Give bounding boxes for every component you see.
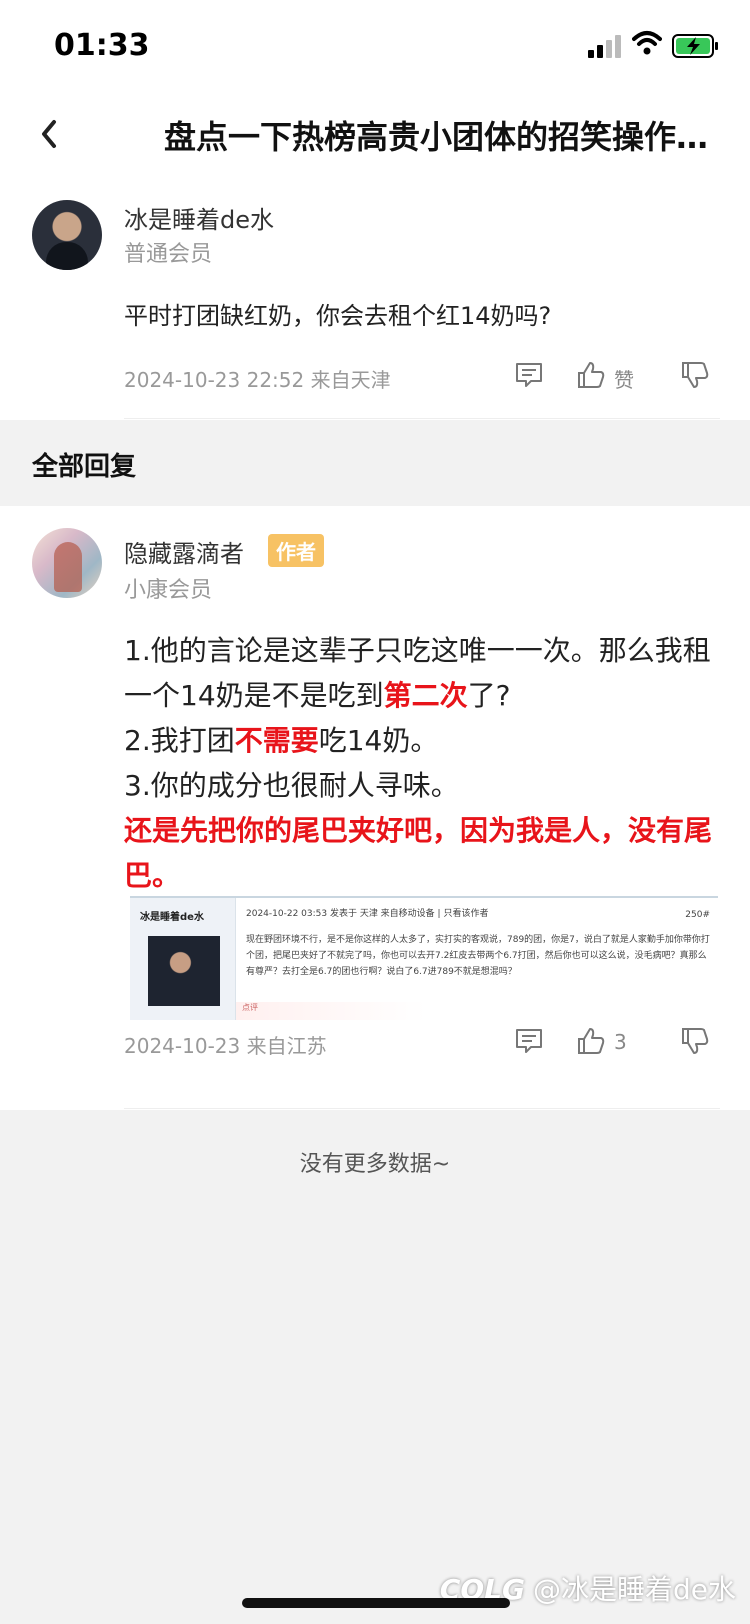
signal-icon [588, 34, 624, 58]
reply-author-name[interactable]: 隐藏露滴者 [124, 534, 244, 569]
post-author-level: 普通会员 [124, 242, 213, 267]
quote-text: 现在野团环境不行，是不是你这样的人太多了，实打实的客观说，789的团，你是7，说… [246, 935, 710, 977]
thumbs-up-icon[interactable] [576, 360, 606, 390]
divider [124, 418, 720, 419]
post-author-name[interactable]: 冰是睡着de水 [124, 200, 274, 235]
quote-header: 2024-10-22 03:53 发表于 天津 来自移动设备 | 只看该作者 [246, 909, 489, 919]
home-indicator[interactable] [242, 1598, 510, 1608]
like-label[interactable]: 赞 [614, 364, 634, 393]
reply-meta: 2024-10-23 来自江苏 [124, 1034, 327, 1058]
divider [124, 1108, 720, 1109]
reply-line: 3.你的成分也很耐人寻味。 [124, 769, 459, 802]
quote-floor: 250# [685, 910, 710, 920]
wifi-icon [632, 31, 662, 55]
back-icon[interactable] [36, 114, 62, 154]
replies-header: 全部回复 [32, 452, 137, 482]
quote-avatar [148, 936, 220, 1006]
post-meta: 2024-10-23 22:52 来自天津 [124, 368, 391, 392]
quote-user-panel: 冰是睡着de水 [130, 898, 236, 1020]
reply-like-count[interactable]: 3 [614, 1030, 627, 1054]
post-content: 平时打团缺红奶，你会去租个红14奶吗? [124, 302, 552, 330]
thumbs-down-icon[interactable] [680, 1026, 710, 1056]
watermark-text: @冰是睡着de水 [532, 1573, 736, 1606]
author-badge: 作者 [268, 534, 324, 567]
thumbs-up-icon[interactable] [576, 1026, 606, 1056]
reply-content: 1.他的言论是这辈子只吃这唯一一次。那么我租一个14奶是不是吃到第二次了? 2.… [124, 628, 724, 898]
status-time: 01:33 [54, 28, 150, 63]
reply-line: 1.他的言论是这辈子只吃这唯一一次。那么我租一个14奶是不是吃到第二次了? [124, 634, 711, 712]
reply-line-highlight: 还是先把你的尾巴夹好吧，因为我是人，没有尾巴。 [124, 814, 713, 892]
post-author-avatar[interactable] [32, 200, 102, 270]
quote-footer: 点评 [236, 1002, 426, 1020]
quoted-screenshot[interactable]: 冰是睡着de水 2024-10-22 03:53 发表于 天津 来自移动设备 |… [130, 896, 718, 1020]
nav-bar: 盘点一下热榜高贵小团体的招笑操作… [0, 100, 750, 170]
reply-author-level: 小康会员 [124, 578, 213, 603]
comment-icon[interactable] [514, 360, 544, 390]
reply-line: 2.我打团不需要吃14奶。 [124, 724, 439, 757]
no-more-data: 没有更多数据~ [299, 1152, 451, 1177]
thumbs-down-icon[interactable] [680, 360, 710, 390]
page-title: 盘点一下热榜高贵小团体的招笑操作… [164, 118, 709, 156]
comment-icon[interactable] [514, 1026, 544, 1056]
status-bar: 01:33 [0, 0, 750, 92]
reply-author-avatar[interactable] [32, 528, 102, 598]
battery-charging-icon [672, 34, 718, 58]
quote-username: 冰是睡着de水 [140, 912, 204, 923]
